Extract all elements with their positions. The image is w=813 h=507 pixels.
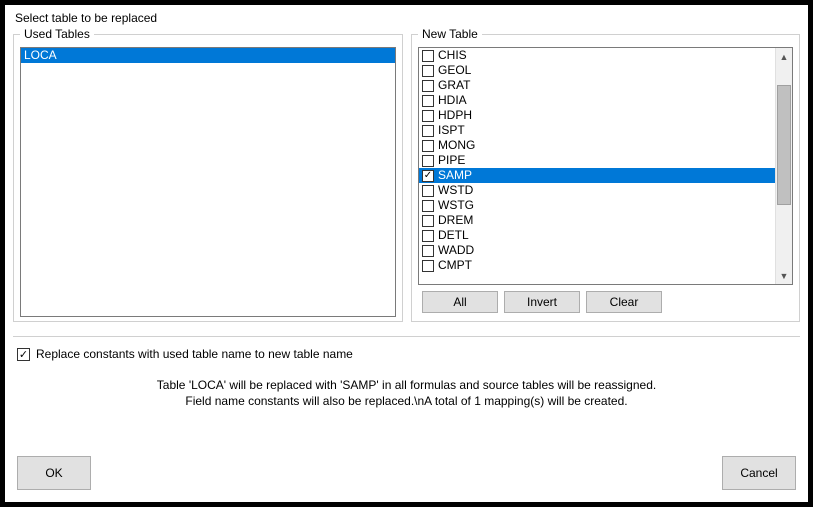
checkbox-icon[interactable] (422, 65, 434, 77)
checkbox-icon[interactable] (422, 245, 434, 257)
all-button[interactable]: All (422, 291, 498, 313)
info-line-2: Field name constants will also be replac… (13, 393, 800, 409)
new-table-row[interactable]: DETL (419, 228, 775, 243)
new-table-row[interactable]: CHIS (419, 48, 775, 63)
replace-option-checkbox[interactable]: ✓ (17, 348, 30, 361)
new-table-label: CHIS (438, 48, 467, 63)
new-table-row[interactable]: ✓ SAMP (419, 168, 775, 183)
new-table-list[interactable]: CHISGEOLGRATHDIAHDPHISPTMONGPIPE✓SAMPWST… (418, 47, 793, 285)
cancel-button[interactable]: Cancel (722, 456, 796, 490)
replace-option[interactable]: ✓ Replace constants with used table name… (17, 347, 800, 361)
used-tables-list[interactable]: LOCA (20, 47, 396, 317)
new-table-label: CMPT (438, 258, 472, 273)
new-table-row[interactable]: DREM (419, 213, 775, 228)
checkbox-icon[interactable] (422, 260, 434, 272)
checkbox-icon[interactable] (422, 185, 434, 197)
new-table-panel: New Table CHISGEOLGRATHDIAHDPHISPTMONGPI… (411, 27, 800, 322)
separator (13, 336, 800, 337)
replace-option-label: Replace constants with used table name t… (36, 347, 353, 361)
dialog-title: Select table to be replaced (15, 11, 800, 25)
new-table-row[interactable]: GRAT (419, 78, 775, 93)
checkbox-icon[interactable] (422, 95, 434, 107)
new-table-label: GEOL (438, 63, 471, 78)
clear-button[interactable]: Clear (586, 291, 662, 313)
new-table-label: GRAT (438, 78, 470, 93)
new-table-label: DREM (438, 213, 473, 228)
checkbox-icon[interactable] (422, 110, 434, 122)
new-table-label: PIPE (438, 153, 465, 168)
used-tables-legend: Used Tables (20, 27, 94, 41)
ok-button[interactable]: OK (17, 456, 91, 490)
new-table-row[interactable]: HDIA (419, 93, 775, 108)
new-table-row[interactable]: CMPT (419, 258, 775, 273)
checkbox-icon[interactable] (422, 200, 434, 212)
scroll-thumb[interactable] (777, 85, 791, 205)
new-table-legend: New Table (418, 27, 482, 41)
new-table-row[interactable]: GEOL (419, 63, 775, 78)
checkbox-icon[interactable] (422, 80, 434, 92)
checkbox-icon[interactable] (422, 140, 434, 152)
new-table-label: SAMP (438, 168, 472, 183)
new-table-label: HDPH (438, 108, 472, 123)
scroll-down-icon[interactable]: ▼ (776, 267, 792, 284)
new-table-row[interactable]: ISPT (419, 123, 775, 138)
new-table-row[interactable]: PIPE (419, 153, 775, 168)
new-table-label: DETL (438, 228, 469, 243)
scroll-up-icon[interactable]: ▲ (776, 48, 792, 65)
new-table-label: MONG (438, 138, 475, 153)
new-table-row[interactable]: WSTD (419, 183, 775, 198)
dialog: Select table to be replaced Used Tables … (5, 5, 808, 502)
checkbox-icon[interactable]: ✓ (422, 170, 434, 182)
info-message: Table 'LOCA' will be replaced with 'SAMP… (13, 377, 800, 409)
new-table-row[interactable]: WSTG (419, 198, 775, 213)
new-table-label: WSTG (438, 198, 474, 213)
checkbox-icon[interactable] (422, 50, 434, 62)
checkbox-icon[interactable] (422, 230, 434, 242)
info-line-1: Table 'LOCA' will be replaced with 'SAMP… (13, 377, 800, 393)
new-table-label: WADD (438, 243, 474, 258)
new-table-label: ISPT (438, 123, 465, 138)
checkbox-icon[interactable] (422, 215, 434, 227)
used-table-row[interactable]: LOCA (21, 48, 395, 63)
new-table-label: HDIA (438, 93, 467, 108)
scroll-track[interactable] (776, 65, 792, 267)
new-table-buttons: All Invert Clear (418, 291, 793, 313)
new-table-list-inner: CHISGEOLGRATHDIAHDPHISPTMONGPIPE✓SAMPWST… (419, 48, 775, 284)
new-table-row[interactable]: WADD (419, 243, 775, 258)
footer: OK Cancel (17, 456, 796, 490)
checkbox-icon[interactable] (422, 125, 434, 137)
used-tables-panel: Used Tables LOCA (13, 27, 403, 322)
checkbox-icon[interactable] (422, 155, 434, 167)
new-table-row[interactable]: MONG (419, 138, 775, 153)
scrollbar[interactable]: ▲ ▼ (775, 48, 792, 284)
new-table-row[interactable]: HDPH (419, 108, 775, 123)
panels: Used Tables LOCA New Table CHISGEOLGRATH… (13, 27, 800, 322)
invert-button[interactable]: Invert (504, 291, 580, 313)
new-table-label: WSTD (438, 183, 473, 198)
